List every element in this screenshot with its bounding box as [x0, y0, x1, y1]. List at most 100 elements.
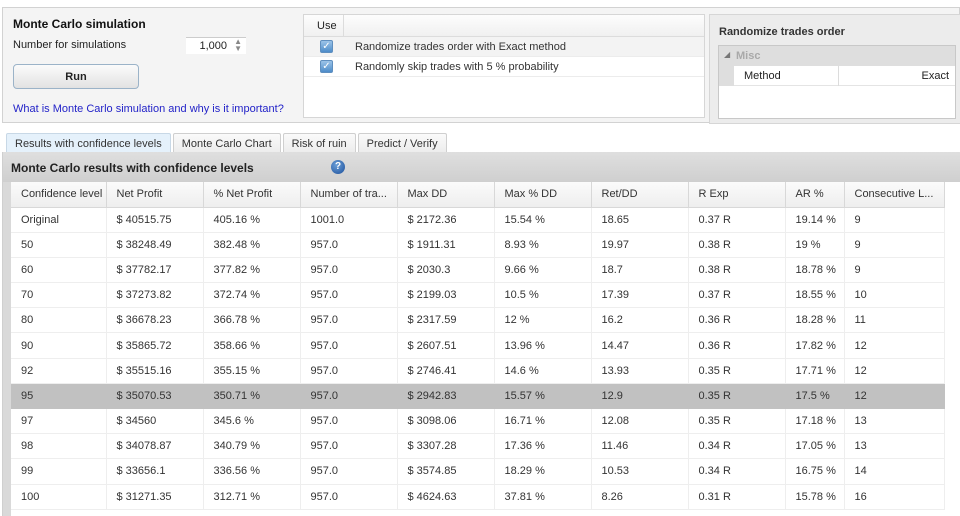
table-cell: 92 [11, 358, 107, 384]
monte-carlo-help-link[interactable]: What is Monte Carlo simulation and why i… [13, 103, 284, 115]
table-cell: 0.36 R [688, 307, 786, 334]
table-cell: 0.35 R [688, 358, 786, 384]
table-cell: 957.0 [300, 458, 398, 485]
tab-predict-verify[interactable]: Predict / Verify [357, 133, 447, 153]
table-row[interactable]: 80 $ 36678.23 366.78 % 957.0 $ 2317.59 12 % 16… [11, 307, 945, 334]
table-cell: 312.71 % [203, 484, 301, 510]
table-cell: 0.31 R [688, 484, 786, 510]
column-header[interactable]: R Exp [688, 182, 786, 208]
table-cell: 37.81 % [494, 484, 592, 510]
column-header[interactable]: Confidence level [11, 182, 107, 208]
options-table: Use ✓ Randomize trades order with Exact … [303, 14, 705, 118]
column-header[interactable]: Ret/DD [591, 182, 689, 208]
table-cell: 11.46 [591, 433, 689, 460]
column-header[interactable]: % Net Profit [203, 182, 301, 208]
number-of-simulations-spinner[interactable]: 1,000 ▲ ▼ [186, 37, 246, 54]
table-cell: 19 % [785, 232, 845, 258]
option-row[interactable]: ✓ Randomize trades order with Exact meth… [304, 37, 704, 57]
tab-monte-carlo-chart[interactable]: Monte Carlo Chart [172, 133, 281, 153]
column-header[interactable]: Net Profit [106, 182, 204, 208]
table-cell: 50 [11, 232, 107, 258]
table-cell: $ 35865.72 [106, 332, 204, 359]
table-cell: 17.82 % [785, 332, 845, 359]
table-cell: 97 [11, 408, 107, 435]
table-cell: 18.55 % [785, 282, 845, 309]
property-grid: ◢ Misc Method Exact [718, 45, 956, 119]
table-cell: 12 [844, 332, 945, 359]
table-cell: 18.7 [591, 257, 689, 284]
checkbox-checked-icon[interactable]: ✓ [320, 40, 333, 53]
table-cell: $ 33656.1 [106, 458, 204, 485]
table-row[interactable]: 60 $ 37782.17 377.82 % 957.0 $ 2030.3 9.66 % 1… [11, 257, 945, 284]
number-of-simulations-value[interactable]: 1,000 [199, 40, 227, 52]
table-cell: 80 [11, 307, 107, 334]
spinner-arrows-icon[interactable]: ▲ ▼ [234, 38, 242, 53]
table-cell: 358.66 % [203, 332, 301, 359]
property-category[interactable]: ◢ Misc [719, 46, 955, 66]
table-cell: $ 35070.53 [106, 383, 204, 410]
table-row[interactable]: 98 $ 34078.87 340.79 % 957.0 $ 3307.28 17.36 … [11, 433, 945, 460]
table-row[interactable]: 70 $ 37273.82 372.74 % 957.0 $ 2199.03 10.5 %… [11, 282, 945, 309]
column-header[interactable]: Number of tra... [300, 182, 398, 208]
property-name: Method [734, 66, 839, 86]
results-title: Monte Carlo results with confidence leve… [11, 161, 254, 175]
table-cell: 12 [844, 358, 945, 384]
table-cell: 10.5 % [494, 282, 592, 309]
table-row[interactable]: 90 $ 35865.72 358.66 % 957.0 $ 2607.51 13.96 … [11, 332, 945, 359]
table-cell: $ 34560 [106, 408, 204, 435]
table-cell: 957.0 [300, 358, 398, 384]
table-cell: $ 2942.83 [397, 383, 495, 410]
table-row[interactable]: 97 $ 34560 345.6 % 957.0 $ 3098.06 16.71 % 12.… [11, 408, 945, 435]
option-row[interactable]: ✓ Randomly skip trades with 5 % probabil… [304, 57, 704, 77]
table-cell: 9 [844, 257, 945, 284]
table-cell: 95 [11, 383, 107, 410]
use-column-header[interactable]: Use [304, 15, 344, 37]
table-cell: $ 34078.87 [106, 433, 204, 460]
table-cell: 957.0 [300, 383, 398, 410]
table-row[interactable]: Original $ 40515.75 405.16 % 1001.0 $ 2172.3… [11, 207, 945, 233]
simulation-title: Monte Carlo simulation [13, 17, 146, 31]
table-row[interactable]: 100 $ 31271.35 312.71 % 957.0 $ 4624.63 37.81… [11, 484, 945, 510]
table-cell: 13.96 % [494, 332, 592, 359]
collapse-triangle-icon[interactable]: ◢ [724, 50, 730, 59]
table-cell: 405.16 % [203, 207, 301, 233]
property-gutter [719, 66, 734, 86]
tab-results-with-confidence-levels[interactable]: Results with confidence levels [6, 133, 171, 153]
table-cell: 17.18 % [785, 408, 845, 435]
table-cell: $ 36678.23 [106, 307, 204, 334]
column-header[interactable]: Max % DD [494, 182, 592, 208]
results-table-container: Confidence level Net Profit % Net Profit… [11, 182, 960, 516]
table-row[interactable]: 99 $ 33656.1 336.56 % 957.0 $ 3574.85 18.29 %… [11, 458, 945, 485]
table-cell: 98 [11, 433, 107, 460]
table-cell: 17.36 % [494, 433, 592, 460]
table-cell: 340.79 % [203, 433, 301, 460]
tab-risk-of-ruin[interactable]: Risk of ruin [282, 133, 356, 153]
checkbox-checked-icon[interactable]: ✓ [320, 60, 333, 73]
table-row[interactable]: 50 $ 38248.49 382.48 % 957.0 $ 1911.31 8.93 %… [11, 232, 945, 258]
table-row[interactable]: 92 $ 35515.16 355.15 % 957.0 $ 2746.41 14.6 %… [11, 358, 945, 384]
table-cell: 18.65 [591, 207, 689, 233]
column-header[interactable]: AR % [785, 182, 845, 208]
table-cell: 957.0 [300, 257, 398, 284]
table-row[interactable]: 95 $ 35070.53 350.71 % 957.0 $ 2942.83 15.57 … [11, 383, 945, 410]
table-cell: 1001.0 [300, 207, 398, 233]
help-question-icon[interactable]: ? [331, 160, 345, 174]
table-cell: 957.0 [300, 433, 398, 460]
column-header[interactable]: Max DD [397, 182, 495, 208]
table-cell: 10.53 [591, 458, 689, 485]
run-button[interactable]: Run [13, 64, 139, 89]
table-cell: 13 [844, 408, 945, 435]
table-cell: 0.37 R [688, 282, 786, 309]
table-cell: 8.93 % [494, 232, 592, 258]
table-cell: 18.78 % [785, 257, 845, 284]
table-cell: 99 [11, 458, 107, 485]
table-cell: 70 [11, 282, 107, 309]
property-value[interactable]: Exact [921, 70, 949, 82]
table-cell: $ 38248.49 [106, 232, 204, 258]
table-cell: 14.6 % [494, 358, 592, 384]
column-header[interactable]: Consecutive L... [844, 182, 945, 208]
property-row-method[interactable]: Method Exact [719, 66, 955, 86]
table-cell: $ 4624.63 [397, 484, 495, 510]
table-cell: 17.71 % [785, 358, 845, 384]
table-cell: $ 3307.28 [397, 433, 495, 460]
